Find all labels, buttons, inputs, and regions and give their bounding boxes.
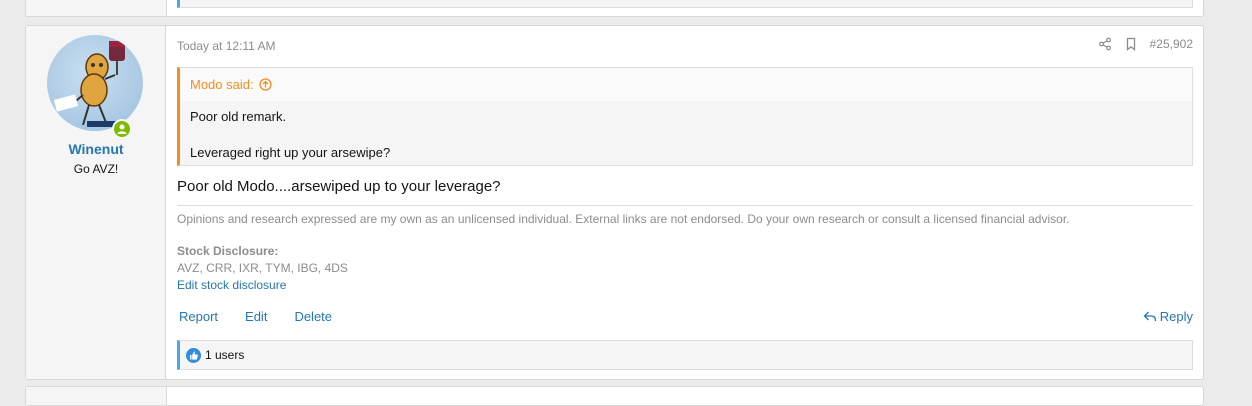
online-status-indicator	[112, 119, 132, 139]
next-post	[25, 386, 1204, 406]
avatar[interactable]	[47, 35, 143, 131]
reactions-bar[interactable]: 1 users	[177, 340, 1193, 370]
post: Winenut Go AVZ! Today at 12:11 AM #25,90…	[25, 25, 1204, 380]
reply-button[interactable]: Reply	[1143, 309, 1193, 324]
signature-divider	[177, 205, 1193, 206]
quote-text-line-2: Leveraged right up your arsewipe?	[190, 145, 391, 160]
bookmark-icon[interactable]	[1124, 37, 1138, 51]
avatar-peanut-illustration	[53, 41, 125, 127]
edit-stock-disclosure-link[interactable]: Edit stock disclosure	[177, 278, 286, 292]
arrow-up-circle-icon[interactable]	[258, 78, 272, 91]
quote-header	[180, 68, 1192, 101]
signature-disclaimer: Opinions and research expressed are my o…	[177, 212, 1070, 226]
post-number[interactable]: #25,902	[1150, 37, 1193, 51]
edit-link[interactable]: Edit	[245, 309, 267, 324]
post-main: Today at 12:11 AM #25,902 Modo said: Poo…	[177, 26, 1193, 379]
quote-attribution[interactable]: Modo said:	[190, 77, 254, 92]
share-icon[interactable]	[1098, 37, 1112, 51]
post-actions: Report Edit Delete	[179, 309, 332, 324]
next-post-user-cell	[26, 387, 167, 405]
quote-block: Modo said: Poor old remark. Leveraged ri…	[177, 67, 1193, 166]
like-icon	[186, 347, 201, 363]
post-date[interactable]: Today at 12:11 AM	[177, 39, 276, 53]
quote-title[interactable]: Modo said:	[190, 77, 272, 92]
previous-post	[25, 0, 1204, 17]
delete-link[interactable]: Delete	[294, 309, 332, 324]
post-header-actions: #25,902	[1098, 37, 1193, 51]
reply-icon	[1143, 311, 1156, 322]
stock-disclosure-list: AVZ, CRR, IXR, TYM, IBG, 4DS	[177, 261, 348, 275]
user-title: Go AVZ!	[73, 162, 119, 176]
post-user-cell: Winenut Go AVZ!	[26, 26, 166, 379]
username[interactable]: Winenut	[26, 141, 166, 157]
quote-text-line-1: Poor old remark.	[190, 109, 287, 124]
reactions-summary[interactable]: 1 users	[205, 348, 244, 362]
previous-post-user-cell	[26, 0, 167, 16]
post-message: Poor old Modo....arsewiped up to your le…	[177, 178, 501, 195]
user-icon	[117, 124, 127, 134]
reply-label: Reply	[1159, 309, 1193, 324]
report-link[interactable]: Report	[179, 309, 218, 324]
previous-post-reaction-bar	[177, 0, 1193, 8]
stock-disclosure-title: Stock Disclosure:	[177, 244, 279, 258]
